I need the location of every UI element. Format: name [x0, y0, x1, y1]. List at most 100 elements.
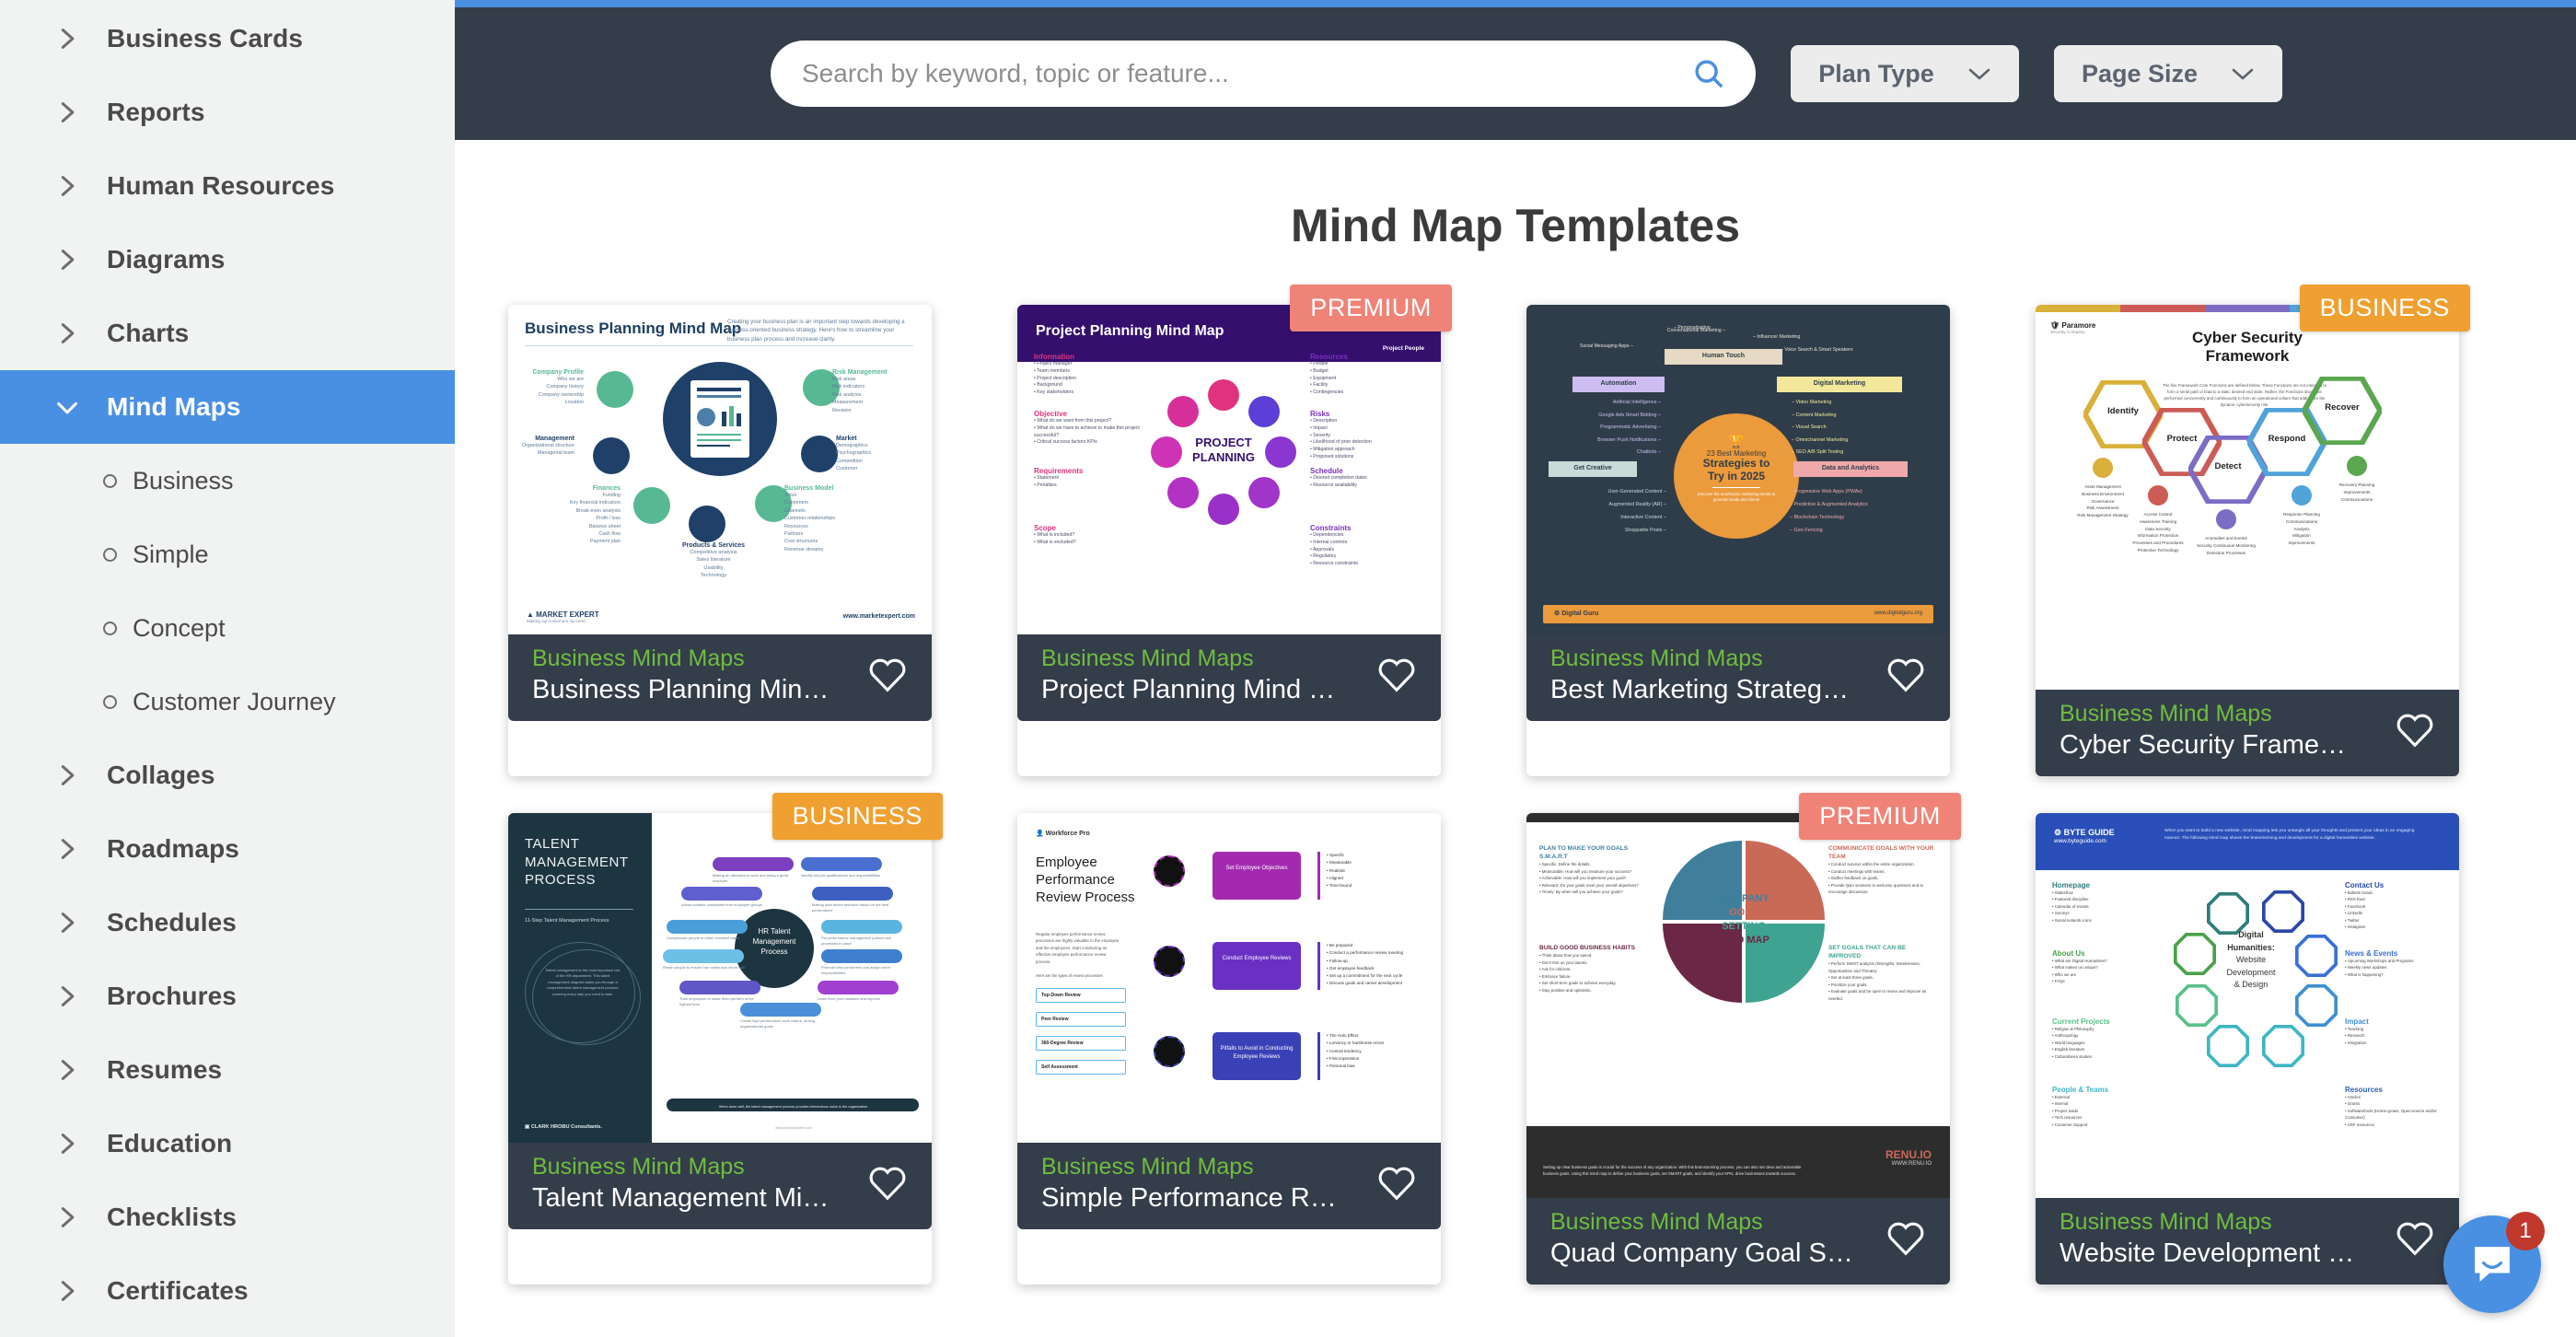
- favorite-button[interactable]: [1886, 656, 1926, 697]
- card-caption: Business Mind Maps Business Planning Mind…: [508, 634, 932, 721]
- chevron-right-icon: [52, 981, 83, 1012]
- heart-outline-icon: [1378, 1167, 1415, 1200]
- chevron-right-icon: [52, 907, 83, 938]
- sidebar-item-business-cards[interactable]: Business Cards: [0, 2, 455, 76]
- template-card[interactable]: BUSINESS 🛡 Paramore Security Company Cyber …: [2036, 285, 2470, 776]
- card-category: Business Mind Maps: [2060, 1208, 2272, 1235]
- chevron-down-icon: [52, 391, 83, 423]
- template-thumbnail[interactable]: ⚙ BYTE GUIDE www.byteguide.com When you wa…: [2036, 813, 2459, 1198]
- search-icon: [1695, 60, 1723, 88]
- card-category: Business Mind Maps: [1041, 1153, 1254, 1180]
- card-caption: Business Mind Maps Simple Performance Rev…: [1017, 1143, 1441, 1229]
- page-size-filter[interactable]: Page Size: [2054, 45, 2282, 102]
- sidebar-item-label: Schedules: [107, 908, 237, 936]
- template-card[interactable]: BUSINESS TALENT MANAGEMENT PROCESS 11-Step T…: [508, 793, 943, 1285]
- chevron-right-icon: [52, 97, 83, 128]
- favorite-button[interactable]: [2395, 711, 2435, 752]
- template-thumbnail[interactable]: TALENT MANAGEMENT PROCESS 11-Step Talent Ma…: [508, 813, 932, 1143]
- chevron-down-icon: [2231, 66, 2255, 81]
- sidebar-item-mind-maps[interactable]: Mind Maps: [0, 370, 455, 444]
- sidebar-subitem-customer-journey[interactable]: Customer Journey: [0, 665, 455, 738]
- sidebar-item-schedules[interactable]: Schedules: [0, 886, 455, 959]
- card-title: Website Development Brainst...: [2060, 1238, 2363, 1269]
- chevron-right-icon: [52, 1054, 83, 1086]
- chevron-right-icon: [52, 833, 83, 865]
- chevron-right-icon: [52, 244, 83, 275]
- heart-outline-icon: [869, 658, 906, 692]
- chevron-right-icon: [52, 170, 83, 202]
- sidebar-item-education[interactable]: Education: [0, 1107, 455, 1180]
- card-category: Business Mind Maps: [2060, 700, 2272, 727]
- sidebar-item-charts[interactable]: Charts: [0, 296, 455, 370]
- template-thumbnail[interactable]: Business Planning Mind Map Creating your …: [508, 305, 932, 634]
- template-thumbnail[interactable]: Project Planning Mind Map Project People P…: [1017, 305, 1441, 634]
- card-title: Business Planning Mind Map: [532, 675, 836, 705]
- sidebar-item-resumes[interactable]: Resumes: [0, 1033, 455, 1107]
- chat-widget-button[interactable]: 1: [2443, 1212, 2545, 1313]
- sidebar-item-label: Certificates: [107, 1276, 249, 1305]
- search-bar[interactable]: [771, 41, 1756, 107]
- template-card[interactable]: ⚙ BYTE GUIDE www.byteguide.com When you wa…: [2036, 813, 2459, 1285]
- sidebar-item-label: Roadmaps: [107, 834, 239, 863]
- favorite-button[interactable]: [1376, 1164, 1417, 1205]
- template-thumbnail[interactable]: COMPANY GOAL SETTING MIND MAP PLAN TO MAKE Y…: [1526, 813, 1950, 1198]
- bullet-circle-icon: [103, 694, 117, 709]
- page-title: Mind Map Templates: [1290, 200, 1740, 251]
- template-card[interactable]: 🏆 23 Best Marketing Strategies to Try in 20…: [1526, 305, 1950, 776]
- sidebar-item-label: Charts: [107, 319, 190, 347]
- sidebar-subitem-concept[interactable]: Concept: [0, 591, 455, 665]
- heart-outline-icon: [2396, 1222, 2433, 1255]
- chevron-right-icon: [52, 1128, 83, 1159]
- chevron-down-icon: [1967, 66, 1991, 81]
- card-category: Business Mind Maps: [1550, 1208, 1763, 1235]
- sidebar-item-label: Brochures: [107, 982, 237, 1010]
- favorite-button[interactable]: [1376, 656, 1417, 697]
- sidebar-item-label: Human Resources: [107, 171, 335, 200]
- favorite-button[interactable]: [2395, 1219, 2435, 1261]
- chevron-right-icon: [52, 1275, 83, 1307]
- favorite-button[interactable]: [867, 1164, 908, 1205]
- sidebar-item-label: Mind Maps: [107, 392, 241, 421]
- template-card[interactable]: PREMIUM COMPANY GOAL SETTING MIND MAP PLAN TO…: [1526, 793, 1961, 1285]
- category-sidebar: Business Cards Reports Human Resources Diag…: [0, 0, 455, 1337]
- sidebar-item-certificates[interactable]: Certificates: [0, 1254, 455, 1328]
- sidebar-item-label: Resumes: [107, 1055, 223, 1084]
- card-caption: Business Mind Maps Quad Company Goal Sett…: [1526, 1198, 1950, 1285]
- sidebar-item-reports[interactable]: Reports: [0, 76, 455, 149]
- template-card[interactable]: Business Planning Mind Map Creating your …: [508, 305, 932, 776]
- template-card[interactable]: PREMIUM Project Planning Mind Map Project …: [1017, 285, 1452, 776]
- template-card[interactable]: 👤 Workforce Pro Employee Performance Review…: [1017, 813, 1441, 1285]
- chevron-right-icon: [52, 23, 83, 54]
- sidebar-item-human-resources[interactable]: Human Resources: [0, 149, 455, 223]
- sidebar-item-label: Education: [107, 1129, 233, 1157]
- sidebar-subitem-business[interactable]: Business: [0, 444, 455, 517]
- sidebar-item-checklists[interactable]: Checklists: [0, 1180, 455, 1254]
- top-toolbar: Plan Type Page Size: [455, 0, 2576, 140]
- sidebar-item-roadmaps[interactable]: Roadmaps: [0, 812, 455, 886]
- bullet-circle-icon: [103, 621, 117, 635]
- favorite-button[interactable]: [867, 656, 908, 697]
- card-title: Best Marketing Strategies Min...: [1550, 675, 1854, 705]
- template-thumbnail[interactable]: 🛡 Paramore Security Company Cyber Security…: [2036, 305, 2459, 690]
- template-thumbnail[interactable]: 🏆 23 Best Marketing Strategies to Try in 20…: [1526, 305, 1950, 634]
- heart-outline-icon: [1378, 658, 1415, 692]
- card-caption: Business Mind Maps Website Development Br…: [2036, 1198, 2459, 1285]
- sidebar-item-diagrams[interactable]: Diagrams: [0, 223, 455, 296]
- sidebar-subitem-simple[interactable]: Simple: [0, 517, 455, 591]
- bullet-circle-icon: [103, 473, 117, 488]
- card-title: Simple Performance Review M...: [1041, 1183, 1345, 1214]
- plan-type-filter[interactable]: Plan Type: [1791, 45, 2019, 102]
- chevron-right-icon: [52, 1202, 83, 1233]
- app-root: Business Cards Reports Human Resources Diag…: [0, 0, 2576, 1337]
- sidebar-subitem-label: Concept: [133, 613, 226, 642]
- sidebar-item-brochures[interactable]: Brochures: [0, 959, 455, 1033]
- search-input[interactable]: [802, 59, 1724, 88]
- template-thumbnail[interactable]: 👤 Workforce Pro Employee Performance Review…: [1017, 813, 1441, 1143]
- card-category: Business Mind Maps: [1550, 645, 1763, 671]
- sidebar-item-collages[interactable]: Collages: [0, 738, 455, 812]
- sidebar-item-label: Checklists: [107, 1203, 238, 1231]
- search-button[interactable]: [1689, 54, 1728, 93]
- favorite-button[interactable]: [1886, 1219, 1926, 1261]
- card-caption: Business Mind Maps Project Planning Mind …: [1017, 634, 1441, 721]
- card-category: Business Mind Maps: [532, 645, 745, 671]
